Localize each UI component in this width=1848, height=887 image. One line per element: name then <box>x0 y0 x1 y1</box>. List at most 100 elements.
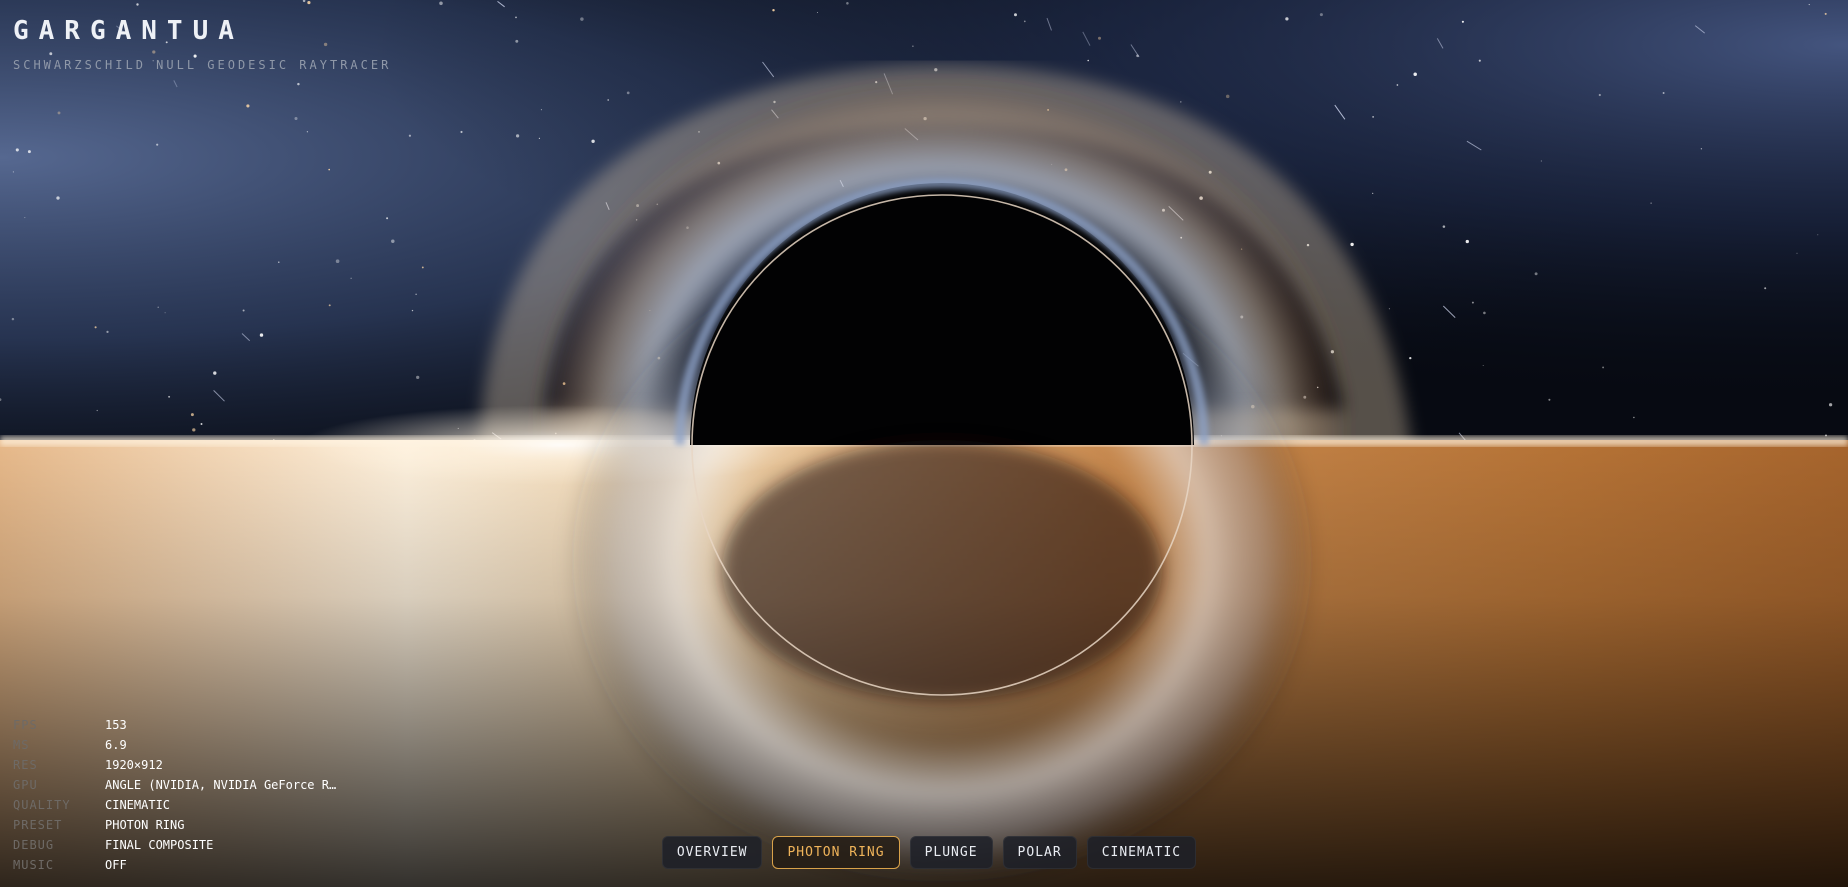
star <box>1180 101 1182 103</box>
star <box>580 17 584 21</box>
star <box>1023 20 1026 23</box>
star <box>1534 272 1538 276</box>
stat-row-res: RES 1920×912 <box>13 755 336 775</box>
star <box>1598 93 1601 97</box>
star <box>213 371 217 375</box>
preset-bar: OVERVIEW PHOTON RING PLUNGE POLAR CINEMA… <box>0 836 1848 869</box>
star <box>1824 12 1827 15</box>
star <box>1087 59 1089 62</box>
star <box>157 306 159 308</box>
star <box>1483 311 1486 315</box>
star <box>1350 242 1354 247</box>
star <box>259 333 264 337</box>
app-subtitle: SCHWARZSCHILD NULL GEODESIC RAYTRACER <box>13 58 392 72</box>
render-viewport[interactable]: GARGANTUA SCHWARZSCHILD NULL GEODESIC RA… <box>0 0 1848 887</box>
star <box>278 261 280 263</box>
star <box>168 395 171 398</box>
star <box>156 143 159 146</box>
star <box>1540 160 1543 162</box>
star <box>15 148 19 152</box>
star <box>200 423 203 425</box>
star <box>24 217 26 219</box>
star <box>1548 398 1551 401</box>
star <box>12 171 14 173</box>
star <box>294 116 298 121</box>
star <box>96 409 98 412</box>
star <box>538 137 541 139</box>
star <box>56 196 60 200</box>
title-block: GARGANTUA SCHWARZSCHILD NULL GEODESIC RA… <box>13 16 391 72</box>
star <box>1471 301 1474 304</box>
star <box>328 304 331 307</box>
star <box>1817 234 1819 236</box>
star <box>846 2 849 5</box>
star <box>1225 94 1230 99</box>
star <box>192 428 196 432</box>
star <box>1662 92 1665 94</box>
star <box>106 330 109 334</box>
stat-value: CINEMATIC <box>105 798 171 812</box>
star <box>1633 416 1635 419</box>
star <box>439 1 443 6</box>
stat-row-quality: QUALITY CINEMATIC <box>13 795 336 815</box>
star <box>391 239 395 243</box>
star <box>540 109 542 111</box>
star <box>912 45 914 47</box>
star <box>1602 366 1605 369</box>
star <box>1461 20 1464 23</box>
star <box>57 111 61 115</box>
star <box>816 11 818 13</box>
preset-button-overview[interactable]: OVERVIEW <box>661 836 763 869</box>
star <box>1700 148 1703 150</box>
star <box>1285 17 1289 21</box>
preset-button-cinematic[interactable]: CINEMATIC <box>1086 836 1197 869</box>
star <box>515 134 520 138</box>
stat-label: PRESET <box>13 818 63 832</box>
stat-label: GPU <box>13 778 38 792</box>
star <box>607 99 610 101</box>
star <box>416 375 420 380</box>
star <box>421 266 424 269</box>
star <box>164 312 166 314</box>
star <box>306 131 309 133</box>
stat-row-fps: FPS 153 <box>13 715 336 735</box>
star <box>1413 72 1417 76</box>
star <box>297 82 300 86</box>
star <box>1465 239 1469 244</box>
star <box>1014 13 1017 17</box>
stat-label: RES <box>13 758 38 772</box>
star <box>386 217 389 220</box>
star <box>246 104 250 108</box>
stat-label: MS <box>13 738 30 752</box>
star <box>415 293 417 295</box>
star <box>1764 287 1767 290</box>
star <box>1372 116 1374 118</box>
star <box>1478 59 1481 62</box>
star <box>515 16 517 19</box>
star <box>1796 252 1798 254</box>
stat-row-preset: PRESET PHOTON RING <box>13 815 336 835</box>
app-title: GARGANTUA <box>13 16 244 46</box>
star <box>772 8 775 12</box>
preset-button-photon-ring[interactable]: PHOTON RING <box>772 836 900 869</box>
star <box>1808 4 1810 6</box>
stat-value: ANGLE (NVIDIA, NVIDIA GeForce R… <box>105 778 337 792</box>
stat-row-ms: MS 6.9 <box>13 735 336 755</box>
star <box>1650 202 1652 204</box>
star <box>190 413 194 417</box>
preset-button-polar[interactable]: POLAR <box>1002 836 1077 869</box>
star <box>1372 192 1374 195</box>
star <box>94 326 97 329</box>
star <box>1396 84 1399 86</box>
stat-value: 1920×912 <box>105 758 163 772</box>
star <box>515 39 519 43</box>
star <box>1388 308 1390 310</box>
star <box>1098 36 1101 40</box>
star <box>328 168 330 171</box>
stat-label: FPS <box>13 718 38 732</box>
star <box>11 317 15 321</box>
star <box>408 134 412 137</box>
star <box>1482 364 1484 367</box>
star <box>411 309 414 312</box>
preset-button-plunge[interactable]: PLUNGE <box>909 836 993 869</box>
